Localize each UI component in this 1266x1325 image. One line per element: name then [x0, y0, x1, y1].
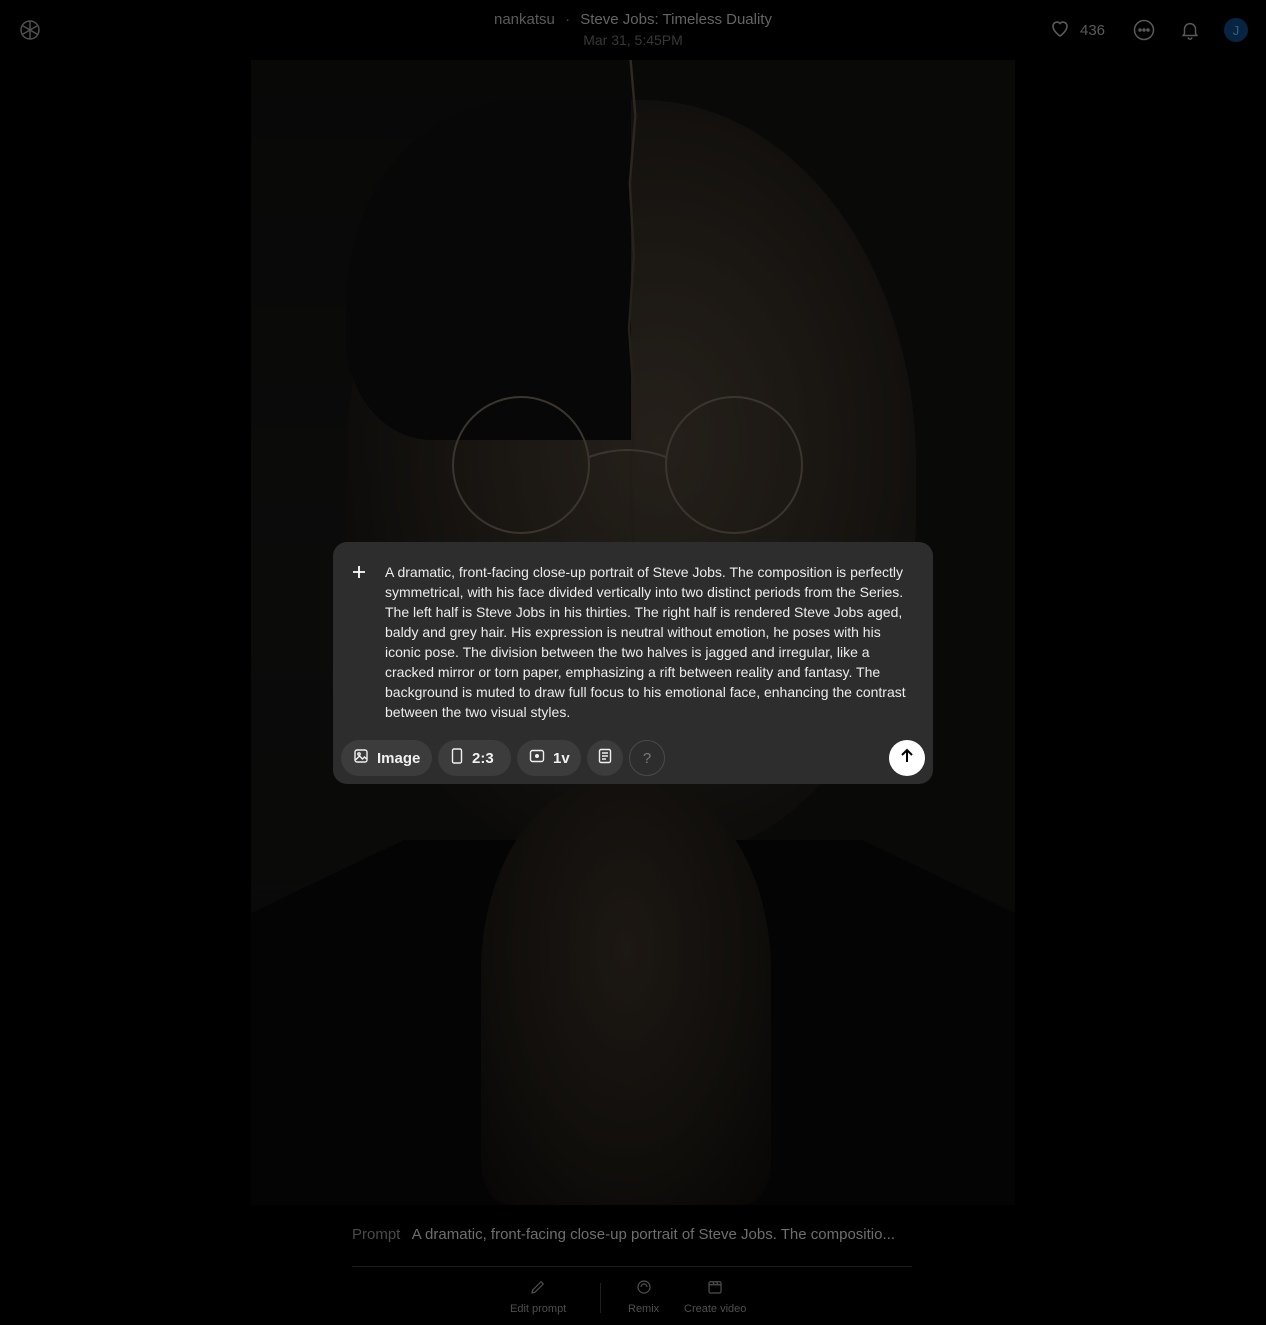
edit-prompt-button[interactable]: Edit prompt — [510, 1278, 566, 1315]
image-icon — [353, 748, 369, 768]
variations-button[interactable]: 1v — [517, 740, 581, 776]
media-type-label: Image — [377, 749, 421, 767]
variations-icon — [529, 748, 545, 768]
remix-icon — [635, 1278, 653, 1299]
video-icon — [706, 1278, 724, 1299]
prompt-composer[interactable]: A dramatic, front-facing close-up portra… — [333, 542, 933, 784]
add-attachment-icon[interactable] — [349, 562, 369, 582]
arrow-up-icon — [899, 748, 915, 769]
submit-button[interactable] — [889, 740, 925, 776]
aspect-ratio-label: 2:3 — [472, 749, 494, 767]
variations-label: 1v — [553, 749, 570, 767]
help-button[interactable]: ? — [629, 740, 665, 776]
prompt-label: Prompt — [352, 1226, 401, 1243]
media-type-button[interactable]: Image — [341, 740, 432, 776]
aspect-ratio-button[interactable]: 2:3 — [438, 740, 511, 776]
presets-button[interactable] — [587, 740, 623, 776]
remix-label: Remix — [628, 1303, 660, 1315]
portrait-ratio-icon — [450, 748, 464, 768]
edit-prompt-label: Edit prompt — [510, 1303, 567, 1315]
create-video-button[interactable]: Create video — [684, 1278, 746, 1315]
document-icon — [597, 748, 613, 768]
pencil-icon — [529, 1278, 547, 1299]
prompt-input[interactable]: A dramatic, front-facing close-up portra… — [385, 562, 919, 722]
actions-divider — [600, 1283, 601, 1313]
prompt-preview-text: A dramatic, front-facing close-up portra… — [411, 1226, 895, 1243]
create-video-label: Create video — [684, 1303, 747, 1315]
prompt-preview[interactable]: Prompt A dramatic, front-facing close-up… — [352, 1226, 912, 1243]
remix-button[interactable]: Remix — [628, 1278, 659, 1315]
prompt-divider — [352, 1266, 912, 1267]
